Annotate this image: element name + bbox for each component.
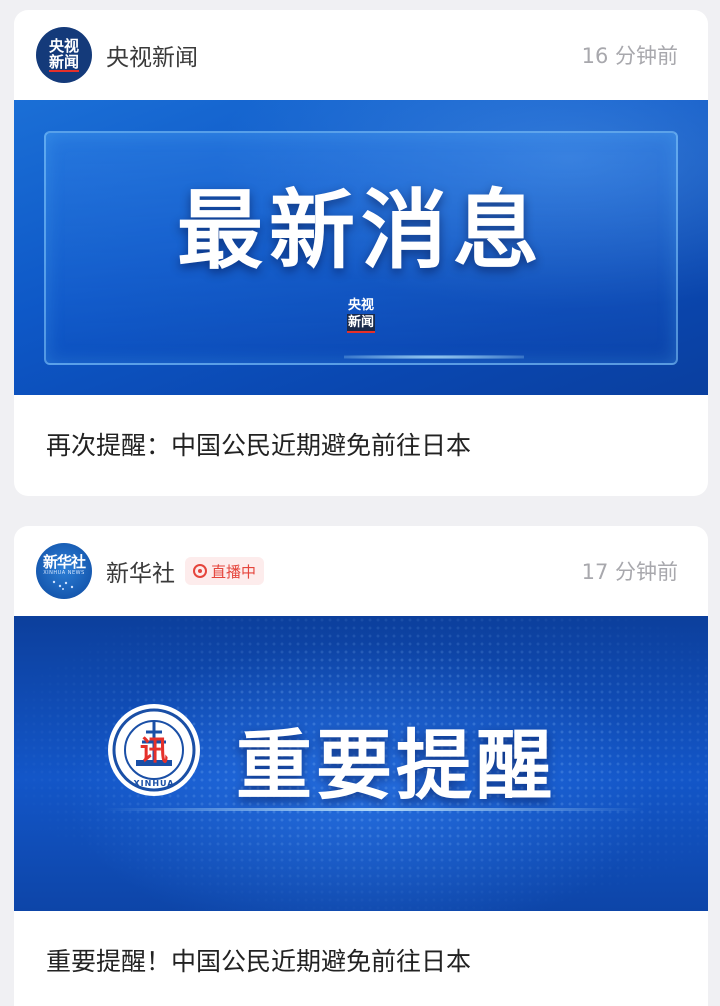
card-header: 央视 新闻 央视新闻 16 分钟前: [14, 10, 708, 100]
news-card[interactable]: 央视 新闻 央视新闻 16 分钟前 最新消息 央视 新闻 再次提醒：中国公民近期…: [14, 10, 708, 496]
news-banner-image[interactable]: 讯 XINHUA 重要提醒: [14, 616, 708, 911]
timestamp: 16 分钟前: [581, 44, 678, 68]
source-name[interactable]: 央视新闻: [106, 38, 198, 72]
xinhua-emblem-icon: 讯 XINHUA: [108, 704, 200, 796]
news-card[interactable]: 新华社 XINHUA NEWS 新华社 直播中 17 分钟前 讯 XINHUA …: [14, 526, 708, 1006]
live-badge[interactable]: 直播中: [185, 557, 265, 585]
news-headline[interactable]: 再次提醒：中国公民近期避免前往日本: [46, 426, 471, 462]
xinhua-avatar[interactable]: 新华社 XINHUA NEWS: [36, 543, 92, 599]
banner-glow: [344, 355, 524, 359]
banner-logo-text: 新闻: [346, 314, 375, 333]
cctv-news-avatar[interactable]: 央视 新闻: [36, 27, 92, 83]
cctv-logo-icon: 央视 新闻: [47, 38, 81, 72]
news-headline[interactable]: 重要提醒！中国公民近期避免前往日本: [46, 942, 471, 978]
stars-icon: [52, 580, 74, 590]
live-record-icon: [193, 564, 207, 578]
avatar-subtext: XINHUA NEWS: [43, 570, 85, 576]
banner-underline: [104, 808, 644, 811]
timestamp: 17 分钟前: [581, 560, 678, 584]
avatar-text: 新华社: [42, 553, 86, 571]
news-banner-image[interactable]: 最新消息 央视 新闻: [14, 100, 708, 395]
avatar-text: 新闻: [48, 53, 79, 72]
source-name[interactable]: 新华社: [106, 554, 175, 588]
live-label: 直播中: [211, 562, 257, 581]
news-feed: 央视 新闻 央视新闻 16 分钟前 最新消息 央视 新闻 再次提醒：中国公民近期…: [0, 0, 720, 1006]
banner-title: 最新消息: [177, 181, 545, 281]
emblem-ring-text: XINHUA: [134, 779, 175, 788]
cctv-watermark-icon: 央视 新闻: [341, 297, 381, 337]
banner-title: 重要提醒: [236, 721, 556, 810]
emblem-char: 讯: [140, 734, 168, 767]
banner-logo-text: 央视: [347, 298, 374, 313]
card-header: 新华社 XINHUA NEWS 新华社 直播中 17 分钟前: [14, 526, 708, 616]
